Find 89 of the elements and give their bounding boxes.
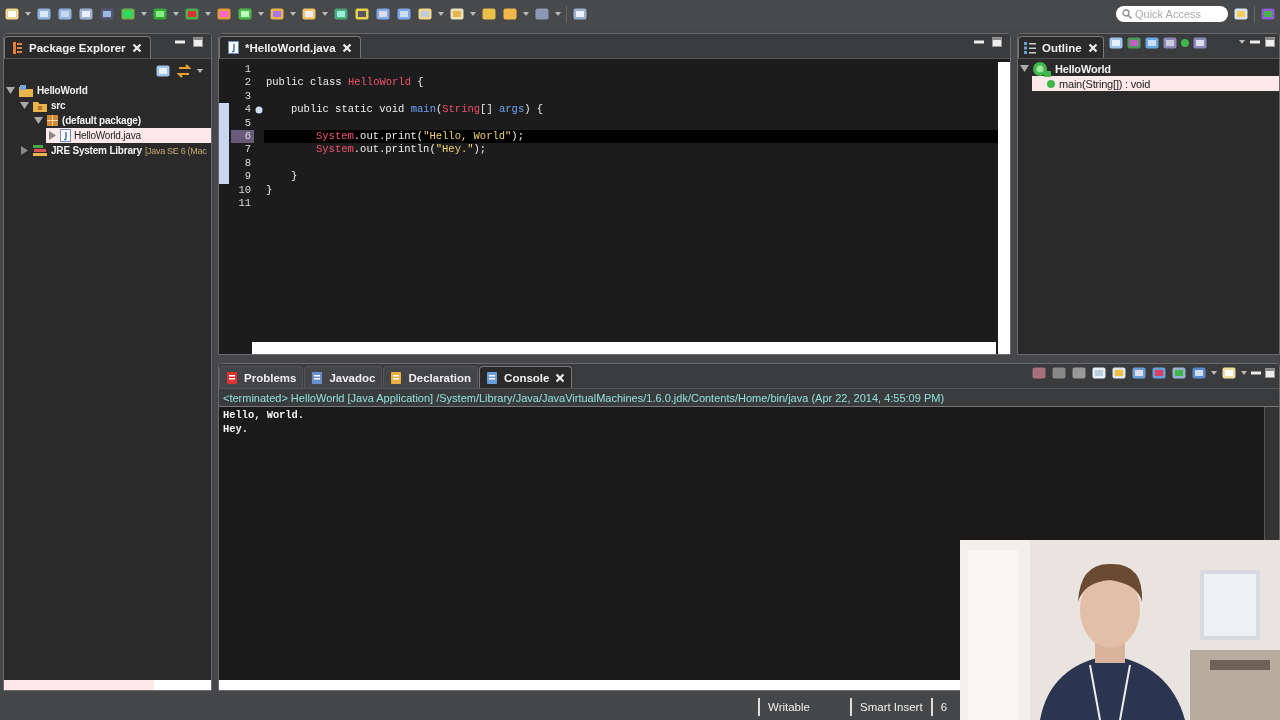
caret-icon[interactable]	[438, 12, 444, 16]
caret-icon[interactable]	[322, 12, 328, 16]
caret-icon[interactable]	[555, 12, 561, 16]
caret-icon[interactable]	[523, 12, 529, 16]
status-field: Writable	[758, 697, 850, 716]
maximize-icon[interactable]	[193, 37, 203, 47]
maximize-icon[interactable]	[1265, 368, 1275, 378]
console-icon	[486, 370, 499, 385]
minimize-icon[interactable]	[974, 40, 984, 44]
scrollbar[interactable]	[4, 680, 211, 690]
class-icon	[1032, 60, 1052, 77]
view-tab[interactable]: Javadoc	[304, 366, 383, 388]
caret-icon[interactable]	[258, 12, 264, 16]
line-number: 6	[231, 129, 254, 144]
expanded-arrow-icon[interactable]	[1020, 64, 1029, 73]
code-line: System.out.println("Hey.");	[315, 143, 488, 157]
tree-item[interactable]: JRE System Library [Java SE 6 (Mac	[18, 143, 211, 158]
tree-item[interactable]: HelloWorld.java	[46, 128, 211, 143]
books-icon	[32, 144, 48, 157]
code-line: public static void main(String[] args) {	[290, 103, 545, 117]
minimize-icon[interactable]	[1251, 371, 1261, 375]
view-tab[interactable]: Declaration	[383, 366, 479, 388]
console-header: <terminated> HelloWorld [Java Application] /System/Library/Java/JavaVirtualMachines/1.6.0.jdk/Contents/Home/bin/java (Apr 22, 2014, 4:55:09 PM)	[219, 389, 1279, 407]
scrollbar[interactable]	[219, 680, 960, 690]
collapsed-arrow-icon[interactable]	[48, 131, 57, 140]
minimize-icon[interactable]	[175, 40, 185, 44]
line-number: 7	[243, 143, 252, 157]
scrollbar[interactable]	[998, 62, 1010, 354]
javadoc-icon	[311, 370, 324, 385]
caret-icon[interactable]	[1211, 371, 1217, 375]
caret-icon[interactable]	[205, 12, 211, 16]
package-explorer-icon	[13, 40, 23, 55]
method-icon	[1046, 78, 1056, 89]
tree-item[interactable]: HelloWorld	[4, 83, 211, 98]
maximize-icon[interactable]	[1265, 37, 1275, 47]
editor-tab[interactable]: *HelloWorld.java	[219, 36, 361, 58]
line-number: 5	[243, 116, 252, 130]
close-icon[interactable]	[1087, 42, 1098, 53]
problems-icon	[226, 370, 238, 385]
tree-item[interactable]: (default package)	[32, 113, 211, 128]
close-icon[interactable]	[131, 42, 142, 53]
view-tab[interactable]: Problems	[219, 366, 304, 388]
code-line: }	[290, 170, 299, 184]
collapsed-arrow-icon[interactable]	[20, 146, 29, 155]
caret-icon[interactable]	[197, 69, 203, 73]
java-file-icon	[60, 129, 71, 142]
caret-icon[interactable]	[1241, 371, 1247, 375]
status-field: 6	[930, 697, 956, 716]
package-explorer-tab[interactable]: Package Explorer	[4, 36, 151, 58]
outline-icon	[1024, 41, 1036, 54]
minimize-icon[interactable]	[1250, 40, 1260, 44]
tree-item[interactable]: main(String[]) : void	[1032, 76, 1279, 91]
line-number: 10	[237, 183, 252, 197]
line-number: 3	[243, 89, 252, 104]
caret-icon[interactable]	[290, 12, 296, 16]
line-number: 1	[243, 63, 252, 77]
code-line: public class HelloWorld {	[265, 76, 425, 90]
close-icon[interactable]	[341, 42, 352, 53]
status-field: Smart Insert	[850, 697, 931, 716]
link-editor-icon[interactable]	[177, 64, 191, 78]
tree-item[interactable]: src	[18, 98, 211, 113]
view-tab[interactable]: Console	[479, 366, 573, 388]
quick-access-field[interactable]: Quick Access	[1116, 6, 1228, 22]
line-number: 8	[243, 156, 252, 171]
scrollbar[interactable]	[252, 342, 996, 354]
line-number: 2	[243, 76, 252, 90]
project-folder-icon	[18, 83, 34, 98]
line-number: 11	[237, 196, 252, 211]
close-icon[interactable]	[555, 372, 566, 383]
search-icon	[1122, 9, 1132, 19]
public-member-icon[interactable]	[1179, 38, 1190, 48]
override-marker-icon	[255, 105, 263, 114]
outline-tab[interactable]: Outline	[1018, 36, 1104, 58]
caret-icon[interactable]	[25, 12, 31, 16]
tree-item[interactable]: HelloWorld	[1018, 61, 1279, 76]
caret-icon[interactable]	[470, 12, 476, 16]
scrollbar[interactable]	[1264, 407, 1279, 540]
console-output-line: Hey.	[223, 422, 249, 436]
package-icon	[46, 114, 59, 127]
code-line: }	[265, 183, 274, 197]
line-number: 9	[243, 170, 252, 184]
console-output-line: Hello, World.	[223, 409, 306, 423]
maximize-icon[interactable]	[992, 37, 1002, 47]
caret-icon[interactable]	[173, 12, 179, 16]
declaration-icon	[390, 370, 403, 385]
java-file-icon	[228, 41, 239, 54]
caret-icon[interactable]	[1239, 40, 1245, 44]
caret-icon[interactable]	[141, 12, 147, 16]
line-number: 4	[243, 103, 252, 117]
